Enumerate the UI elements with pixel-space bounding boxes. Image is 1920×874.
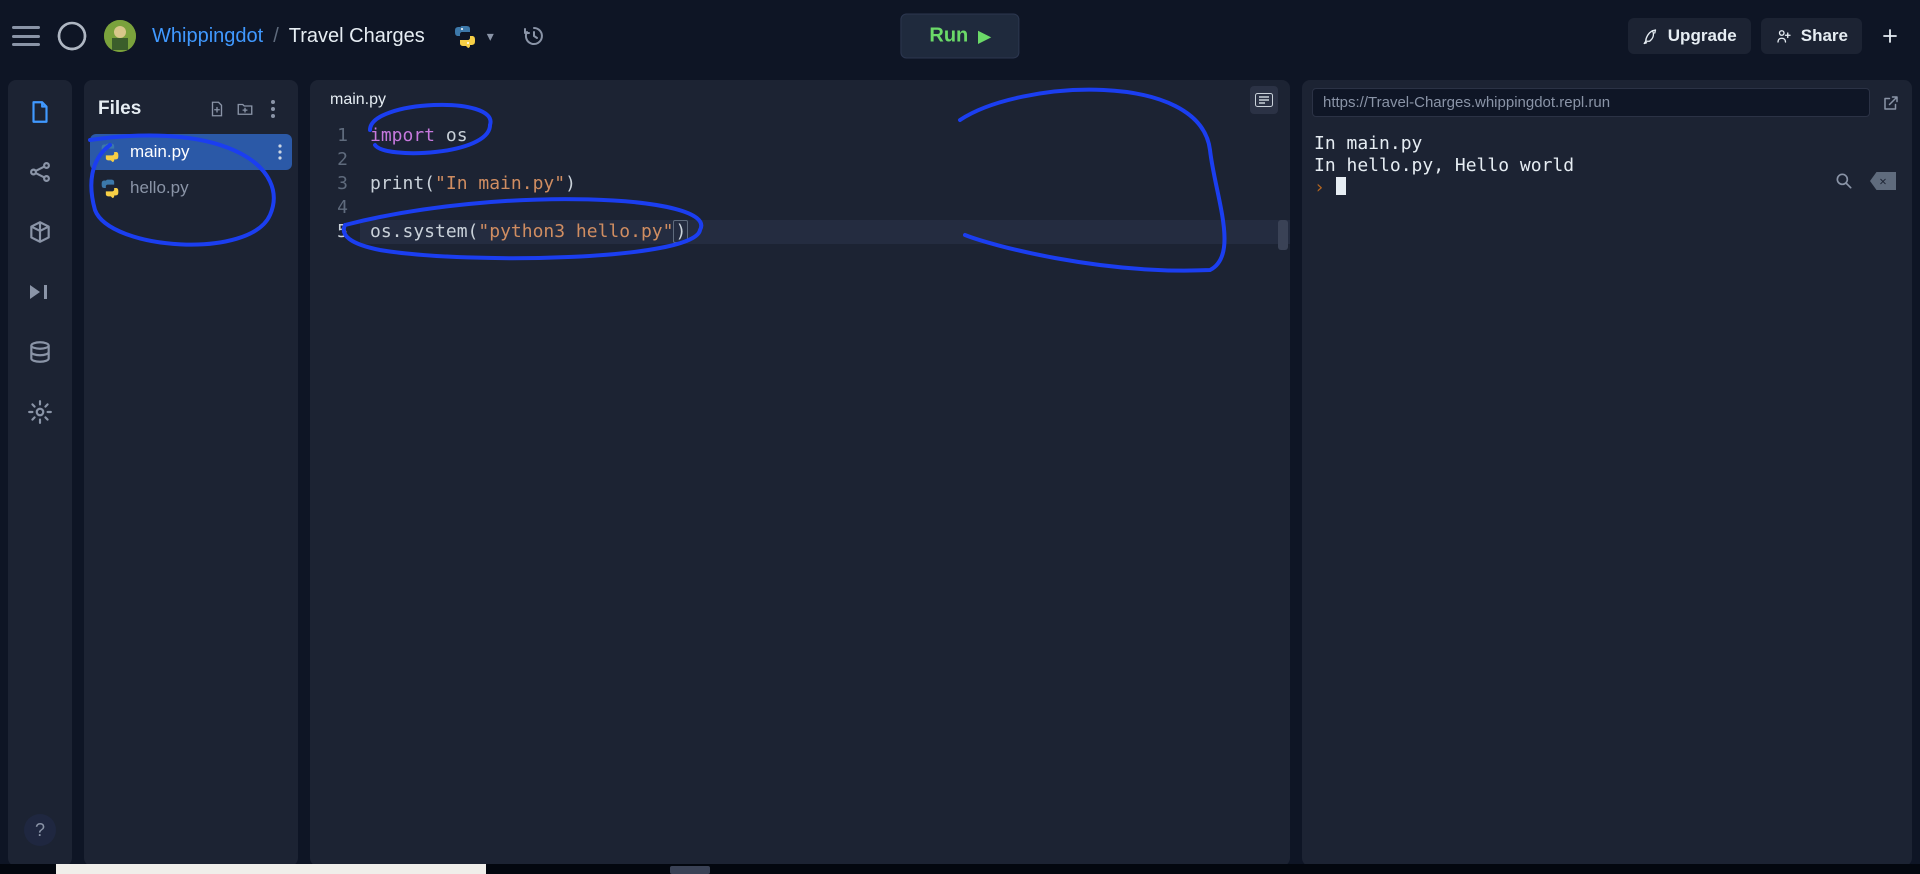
gear-icon [27, 399, 53, 425]
terminal-toolbar: ✕ [1834, 171, 1896, 191]
bottom-light-strip [56, 864, 486, 874]
files-more-button[interactable] [262, 98, 284, 120]
packages-tab[interactable] [24, 216, 56, 248]
chevron-down-icon: ▾ [487, 28, 494, 45]
line-gutter: 12345 [310, 120, 360, 866]
file-name: main.py [130, 142, 190, 162]
editor-tab-main[interactable]: main.py [316, 83, 400, 117]
markdown-icon [1255, 93, 1273, 107]
files-title: Files [98, 98, 200, 120]
python-file-icon [100, 142, 120, 162]
open-external-button[interactable] [1880, 92, 1902, 114]
bottom-scroll-thumb[interactable] [670, 866, 710, 874]
language-selector[interactable]: ▾ [453, 24, 494, 48]
file-item-main[interactable]: main.py [90, 134, 292, 170]
file-icon [27, 99, 53, 125]
terminal-output[interactable]: ✕ In main.pyIn hello.py, Hello world› [1302, 121, 1912, 866]
play-skip-icon [26, 282, 54, 302]
user-avatar[interactable] [104, 20, 136, 52]
breadcrumb-user[interactable]: Whippingdot [152, 25, 263, 48]
debugger-tab[interactable] [24, 276, 56, 308]
share-label: Share [1801, 26, 1848, 46]
kebab-icon [271, 100, 275, 118]
repl-url-input[interactable] [1312, 88, 1870, 117]
code-editor[interactable]: 12345 import osprint("In main.py")os.sys… [310, 120, 1290, 866]
new-file-button[interactable] [206, 98, 228, 120]
new-folder-button[interactable] [234, 98, 256, 120]
python-file-icon [100, 178, 120, 198]
files-panel: Files main.py hello.py [84, 80, 298, 866]
clear-terminal-button[interactable]: ✕ [1870, 172, 1896, 190]
replit-logo-icon [56, 20, 88, 52]
file-more-button[interactable] [278, 144, 282, 160]
plus-icon [1881, 27, 1899, 45]
markdown-preview-button[interactable] [1250, 86, 1278, 114]
editor-panel: main.py 12345 import osprint("In main.py… [310, 80, 1290, 866]
files-header: Files [90, 88, 292, 134]
left-rail: ? [8, 80, 72, 866]
menu-hamburger-icon[interactable] [12, 24, 40, 48]
kebab-icon [278, 144, 282, 160]
play-icon: ▶ [978, 26, 990, 46]
editor-scrollbar-thumb[interactable] [1278, 220, 1288, 250]
files-tab[interactable] [24, 96, 56, 128]
cube-icon [27, 219, 53, 245]
new-folder-icon [236, 100, 254, 118]
external-link-icon [1882, 94, 1900, 112]
upgrade-button[interactable]: Upgrade [1628, 18, 1751, 54]
upgrade-label: Upgrade [1668, 26, 1737, 46]
file-name: hello.py [130, 178, 189, 198]
settings-tab[interactable] [24, 396, 56, 428]
run-button[interactable]: Run ▶ [900, 14, 1019, 59]
breadcrumb-project[interactable]: Travel Charges [289, 25, 425, 48]
database-icon [27, 339, 53, 365]
workspace: ? Files main.py hello.py [0, 72, 1920, 874]
output-panel: ✕ In main.pyIn hello.py, Hello world› [1302, 80, 1912, 866]
history-icon[interactable] [522, 24, 546, 48]
search-icon[interactable] [1834, 171, 1854, 191]
file-item-hello[interactable]: hello.py [90, 170, 292, 206]
editor-tabs: main.py [310, 80, 1290, 120]
run-label: Run [929, 25, 968, 48]
version-control-tab[interactable] [24, 156, 56, 188]
python-icon [453, 24, 477, 48]
header-right: Upgrade Share [1628, 18, 1908, 54]
app-header: Whippingdot / Travel Charges ▾ Run ▶ [0, 0, 1920, 72]
database-tab[interactable] [24, 336, 56, 368]
share-icon [1775, 27, 1793, 45]
new-file-icon [208, 100, 226, 118]
help-button[interactable]: ? [24, 814, 56, 846]
code-content[interactable]: import osprint("In main.py")os.system("p… [360, 120, 1290, 866]
header-left: Whippingdot / Travel Charges ▾ [12, 20, 546, 52]
breadcrumb-separator: / [273, 25, 279, 48]
share-button[interactable]: Share [1761, 18, 1862, 54]
share-nodes-icon [27, 159, 53, 185]
rocket-icon [1642, 27, 1660, 45]
new-button[interactable] [1872, 18, 1908, 54]
breadcrumb: Whippingdot / Travel Charges [152, 25, 425, 48]
url-row [1302, 80, 1912, 121]
